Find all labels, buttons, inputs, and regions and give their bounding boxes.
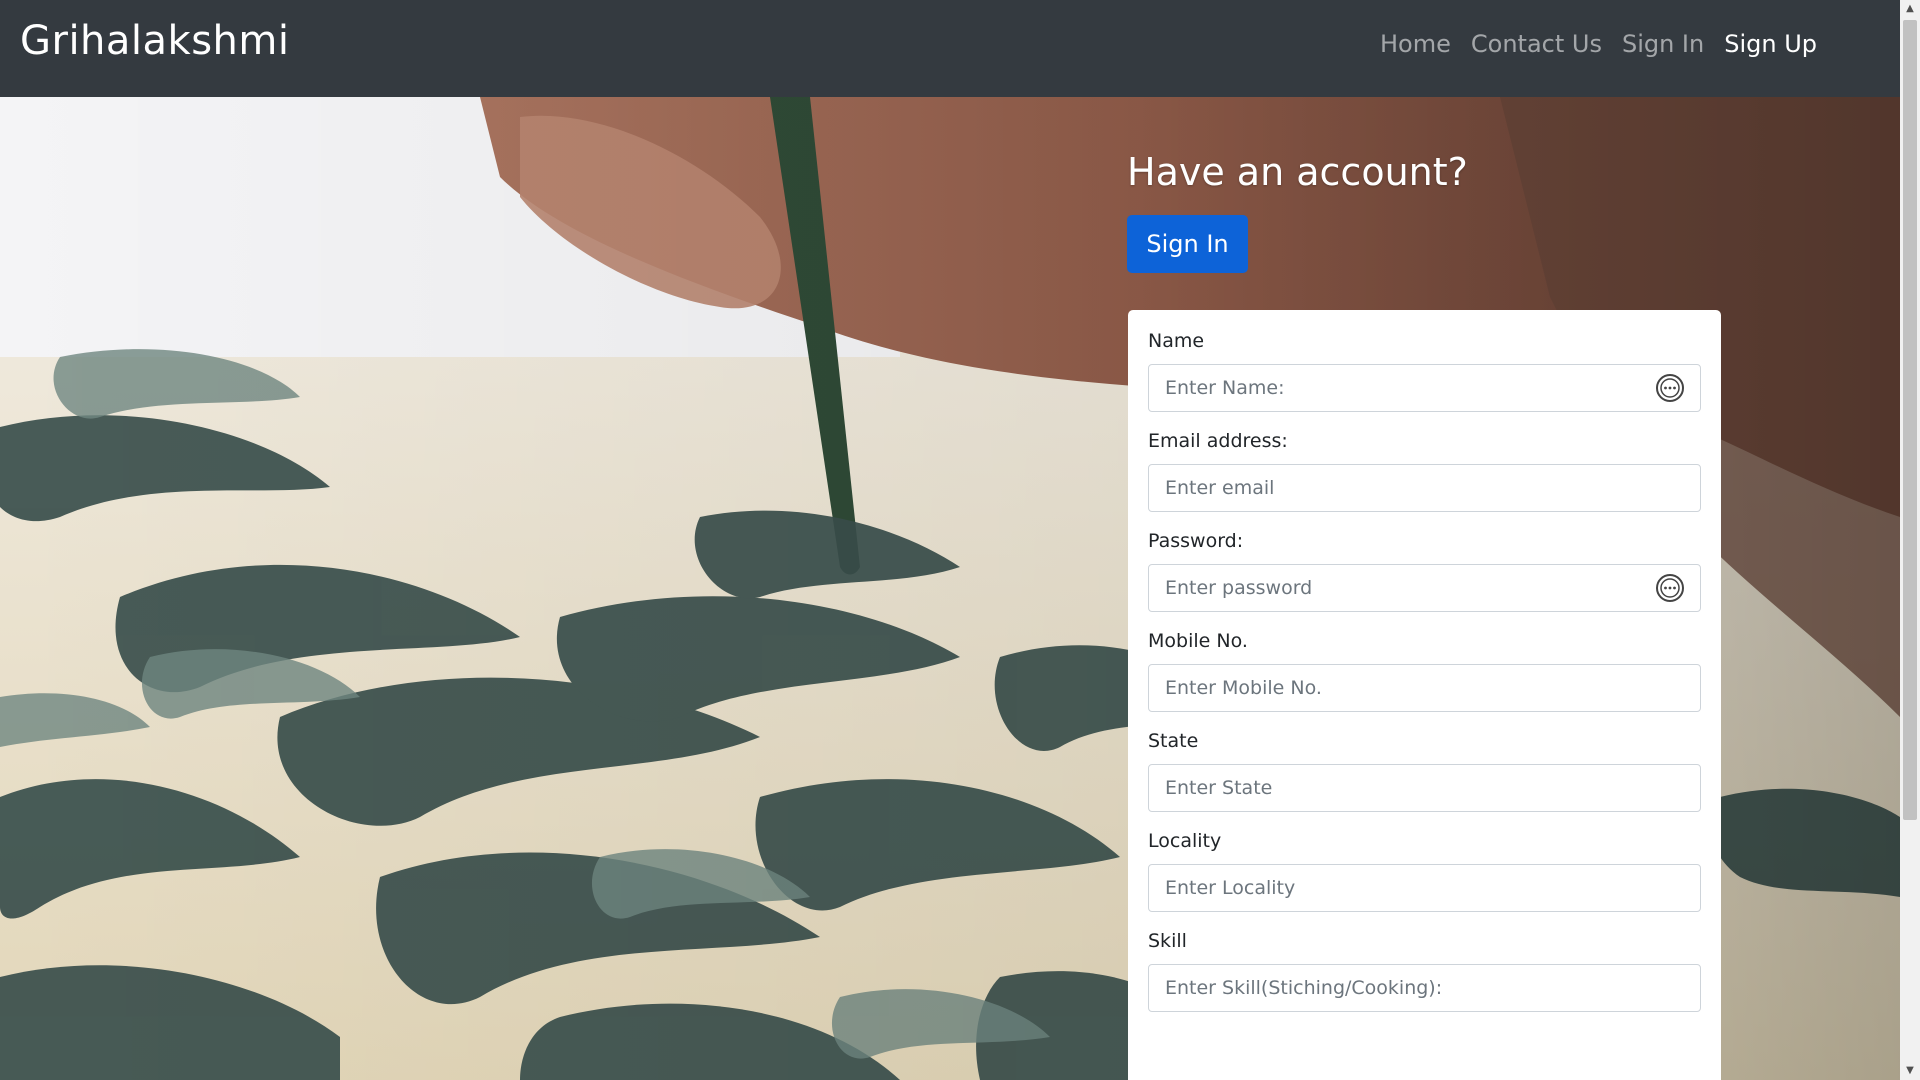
password-input-wrap [1148, 564, 1701, 612]
skill-field-group: Skill [1148, 930, 1701, 1012]
nav-link-home[interactable]: Home [1380, 30, 1451, 58]
mobile-label: Mobile No. [1148, 630, 1248, 652]
state-input[interactable] [1148, 764, 1701, 812]
scroll-up-arrow-icon[interactable]: ▲ [1900, 0, 1920, 18]
email-input-wrap [1148, 464, 1701, 512]
scrollbar-thumb[interactable] [1903, 20, 1917, 820]
email-label: Email address: [1148, 430, 1288, 452]
locality-input-wrap [1148, 864, 1701, 912]
password-input[interactable] [1148, 564, 1701, 612]
state-input-wrap [1148, 764, 1701, 812]
have-account-heading: Have an account? [1127, 150, 1468, 194]
name-input-wrap [1148, 364, 1701, 412]
scroll-down-arrow-icon[interactable]: ▼ [1900, 1062, 1920, 1080]
skill-label: Skill [1148, 930, 1187, 952]
nav-link-sign-in[interactable]: Sign In [1622, 30, 1704, 58]
locality-input[interactable] [1148, 864, 1701, 912]
locality-field-group: Locality [1148, 830, 1701, 912]
locality-label: Locality [1148, 830, 1222, 852]
mobile-input[interactable] [1148, 664, 1701, 712]
mobile-input-wrap [1148, 664, 1701, 712]
email-field-group: Email address: [1148, 430, 1701, 512]
skill-input-wrap [1148, 964, 1701, 1012]
password-manager-icon[interactable] [1655, 573, 1685, 603]
brand-logo[interactable]: Grihalakshmi [20, 18, 289, 64]
navbar: Grihalakshmi Home Contact Us Sign In Sig… [0, 0, 1900, 97]
nav-link-sign-up[interactable]: Sign Up [1724, 30, 1817, 58]
email-input[interactable] [1148, 464, 1701, 512]
skill-input[interactable] [1148, 964, 1701, 1012]
state-label: State [1148, 730, 1199, 752]
password-field-group: Password: [1148, 530, 1701, 612]
password-manager-icon[interactable] [1655, 373, 1685, 403]
name-label: Name [1148, 330, 1205, 352]
page-scrollbar[interactable]: ▲ ▼ [1900, 0, 1920, 1080]
nav-link-contact-us[interactable]: Contact Us [1471, 30, 1602, 58]
sign-in-button[interactable]: Sign In [1127, 215, 1248, 273]
nav-links: Home Contact Us Sign In Sign Up [1380, 30, 1817, 58]
mobile-field-group: Mobile No. [1148, 630, 1701, 712]
password-label: Password: [1148, 530, 1244, 552]
name-field-group: Name [1148, 330, 1701, 412]
signup-form: Name Email address: Password: [1128, 310, 1721, 1080]
state-field-group: State [1148, 730, 1701, 812]
name-input[interactable] [1148, 364, 1701, 412]
